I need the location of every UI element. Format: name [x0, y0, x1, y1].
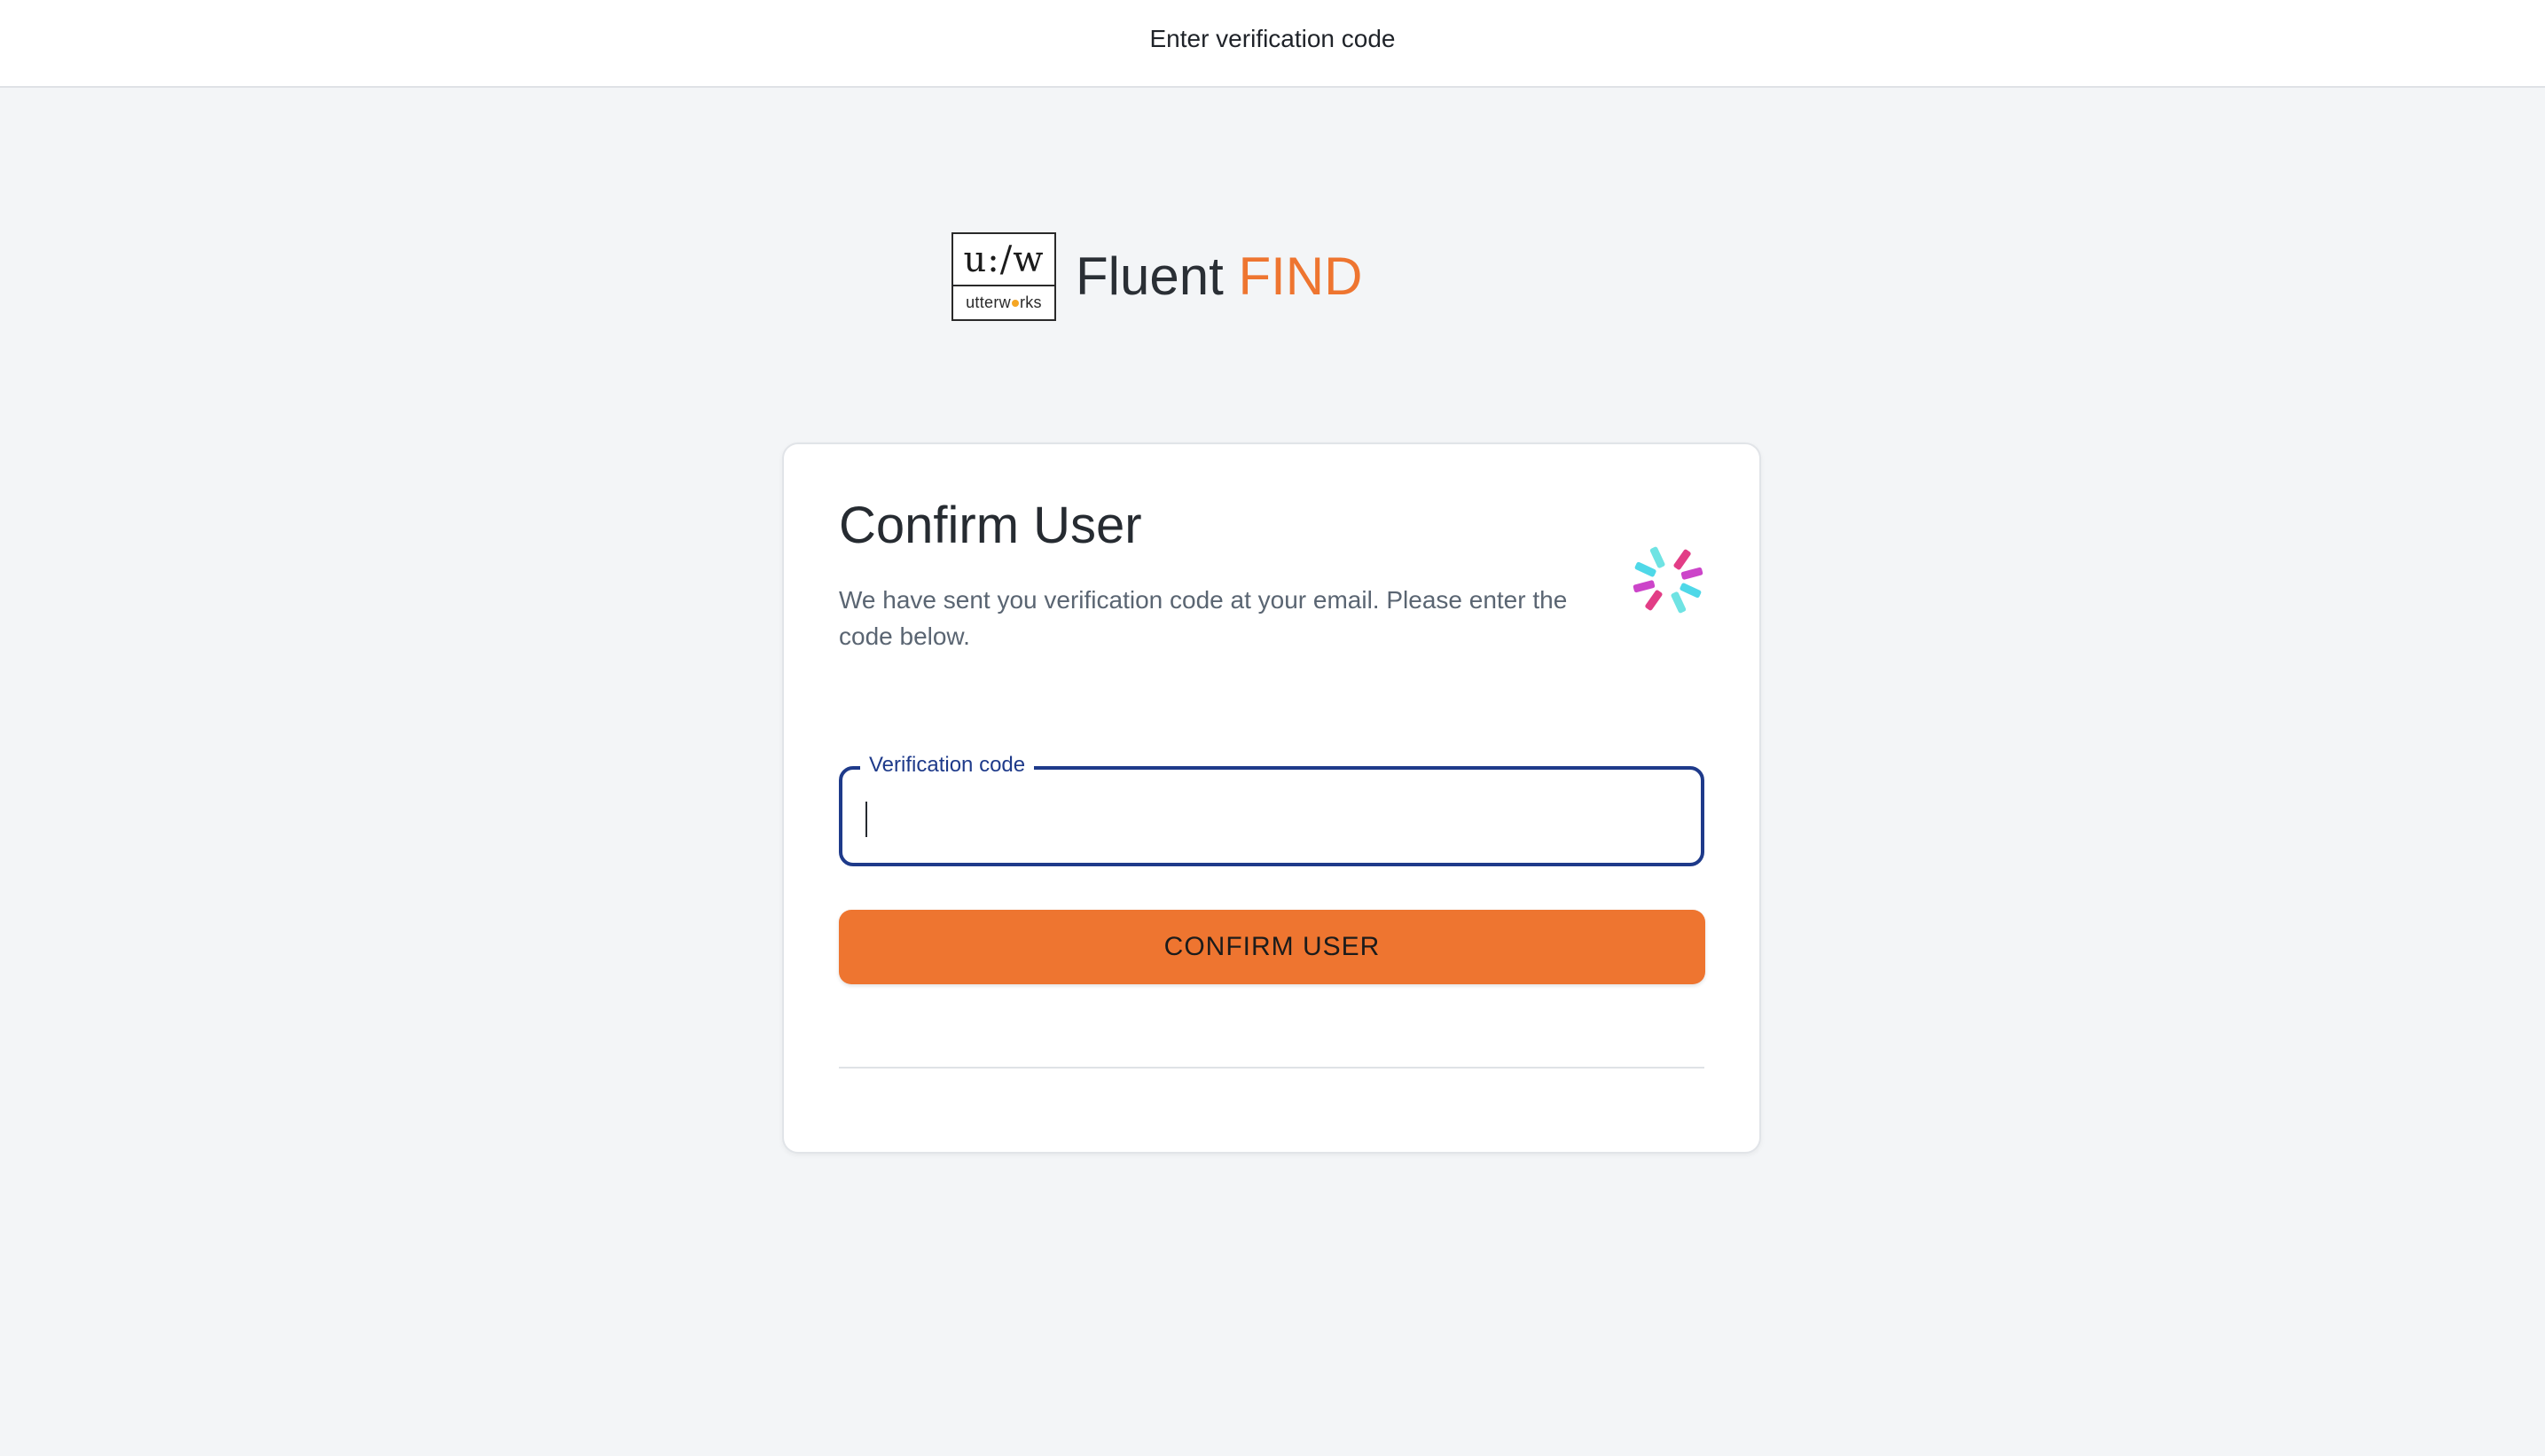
card-title: Confirm User	[839, 497, 1142, 554]
product-name: Fluent FIND	[1076, 250, 1362, 303]
product-name-accent: FIND	[1238, 247, 1363, 306]
sparkle-icon	[1633, 546, 1703, 614]
utterworks-logo: u:/w utterw rks	[951, 232, 1056, 321]
verification-code-field[interactable]: Verification code	[839, 752, 1704, 866]
top-bar: Enter verification code	[0, 0, 2545, 88]
verification-code-input[interactable]	[862, 784, 1678, 846]
logo-wordmark-start: utterw	[966, 294, 1011, 311]
brand: u:/w utterw rks Fluent FIND	[951, 231, 1362, 322]
product-name-primary: Fluent	[1076, 247, 1224, 306]
verification-code-label: Verification code	[860, 752, 1035, 779]
text-caret	[865, 802, 867, 837]
logo-wordmark: utterw rks	[953, 286, 1054, 319]
confirm-user-card: Confirm User We have sent you verificati…	[782, 442, 1761, 1154]
card-description: We have sent you verification code at yo…	[839, 586, 1568, 650]
page-heading: Enter verification code	[1149, 25, 1396, 52]
confirm-user-button[interactable]: CONFIRM USER	[839, 910, 1705, 984]
logo-monogram: u:/w	[953, 234, 1054, 286]
divider	[839, 1067, 1704, 1069]
logo-wordmark-end: rks	[1019, 294, 1042, 311]
logo-dot-icon	[1011, 299, 1019, 307]
